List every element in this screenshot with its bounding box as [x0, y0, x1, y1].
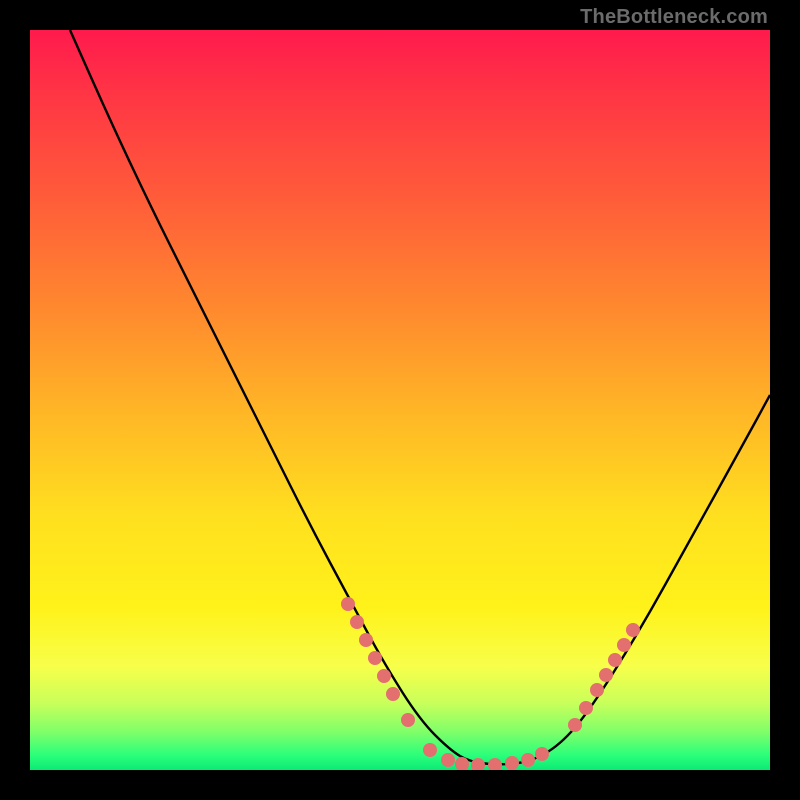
data-marker [590, 683, 604, 697]
data-marker [386, 687, 400, 701]
marker-group [341, 597, 640, 770]
data-marker [359, 633, 373, 647]
data-marker [521, 753, 535, 767]
data-marker [626, 623, 640, 637]
data-marker [608, 653, 622, 667]
data-marker [505, 756, 519, 770]
data-marker [535, 747, 549, 761]
data-marker [350, 615, 364, 629]
data-marker [423, 743, 437, 757]
data-marker [368, 651, 382, 665]
data-marker [401, 713, 415, 727]
data-marker [441, 753, 455, 767]
data-marker [488, 758, 502, 770]
chart-frame: TheBottleneck.com [0, 0, 800, 800]
bottleneck-curve [70, 30, 770, 764]
data-marker [568, 718, 582, 732]
watermark-text: TheBottleneck.com [580, 6, 768, 29]
chart-svg [30, 30, 770, 770]
data-marker [377, 669, 391, 683]
data-marker [579, 701, 593, 715]
data-marker [341, 597, 355, 611]
data-marker [471, 758, 485, 770]
data-marker [599, 668, 613, 682]
data-marker [617, 638, 631, 652]
